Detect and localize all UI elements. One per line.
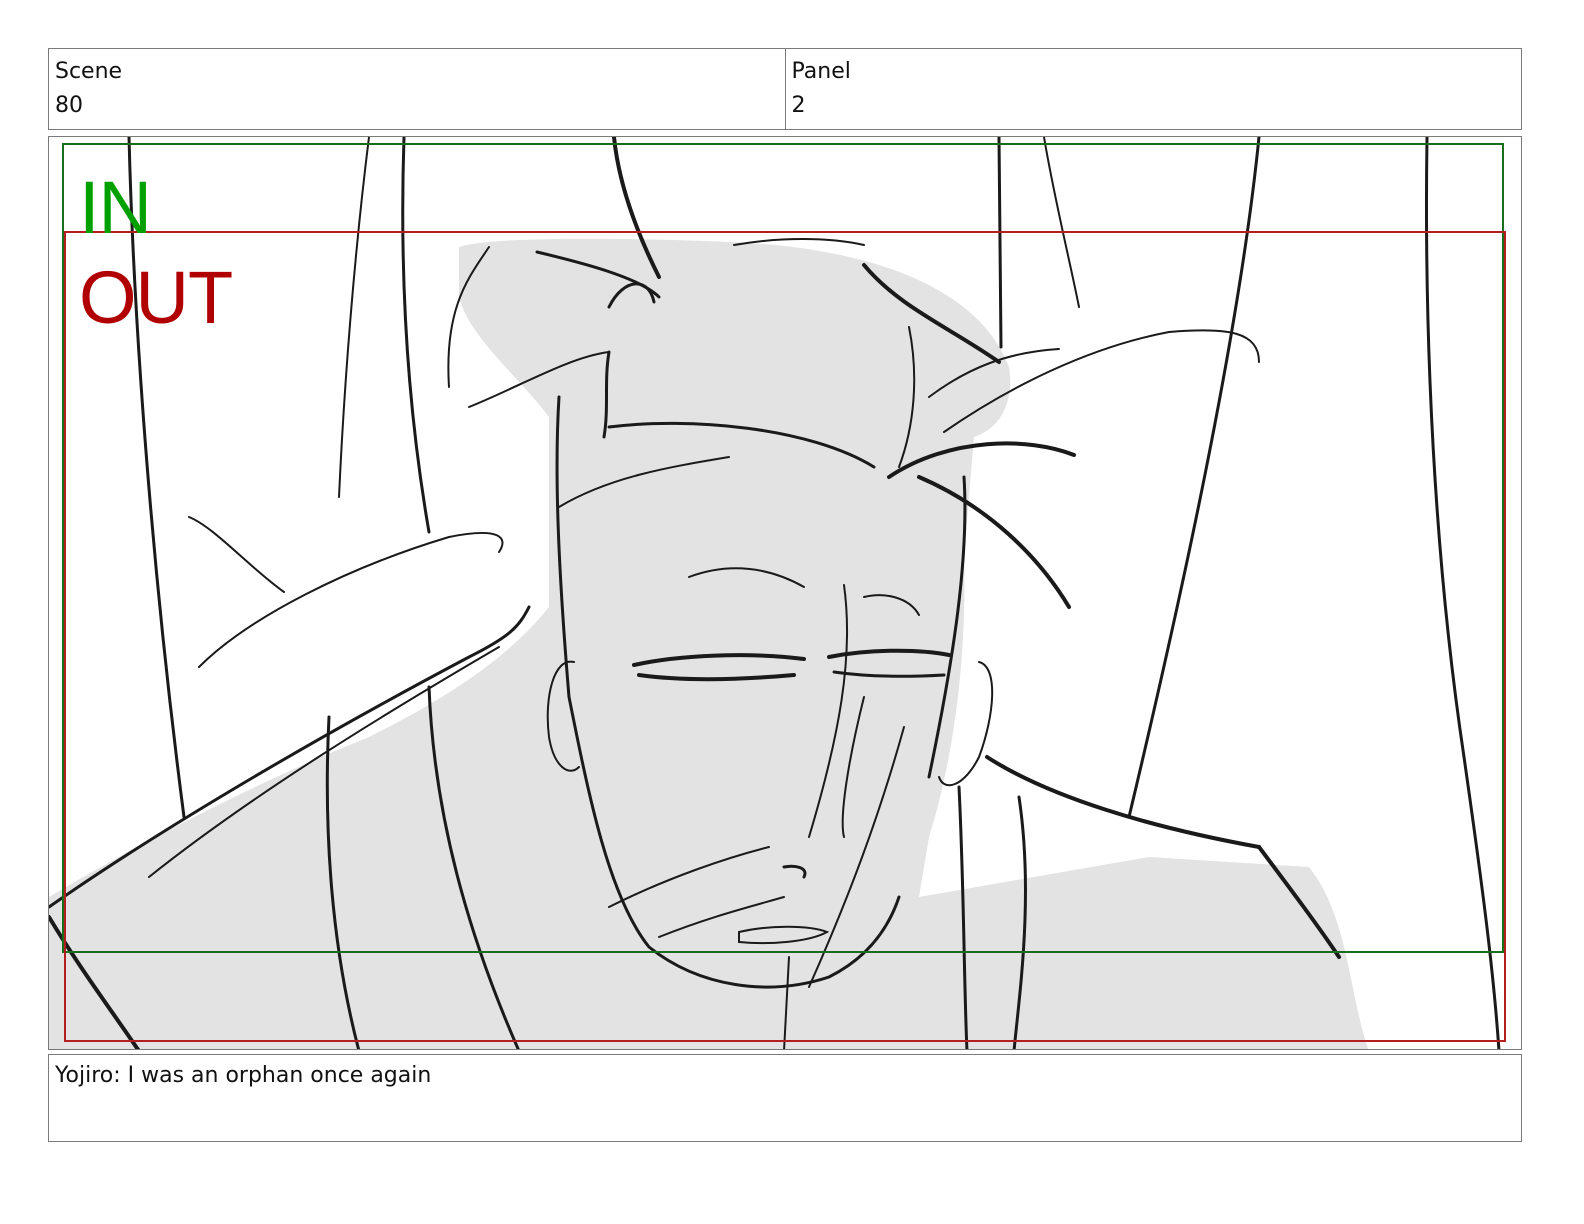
panel-label: Panel bbox=[791, 59, 851, 84]
panel-cell: Panel 2 bbox=[784, 49, 1522, 129]
sketch-drawing bbox=[49, 137, 1506, 1049]
dialogue-box: Yojiro: I was an orphan once again bbox=[48, 1054, 1522, 1142]
scene-number: 80 bbox=[55, 93, 83, 118]
scene-label: Scene bbox=[55, 59, 123, 84]
panel-number: 2 bbox=[791, 93, 806, 118]
in-marker: IN bbox=[79, 166, 152, 249]
storyboard-frame: IN OUT bbox=[48, 136, 1522, 1050]
scene-cell: Scene 80 bbox=[49, 49, 785, 129]
dialogue-text: Yojiro: I was an orphan once again bbox=[55, 1063, 432, 1088]
panel-header: Scene 80 Panel 2 bbox=[48, 48, 1522, 130]
out-marker: OUT bbox=[79, 256, 233, 339]
shading bbox=[49, 238, 1369, 1049]
